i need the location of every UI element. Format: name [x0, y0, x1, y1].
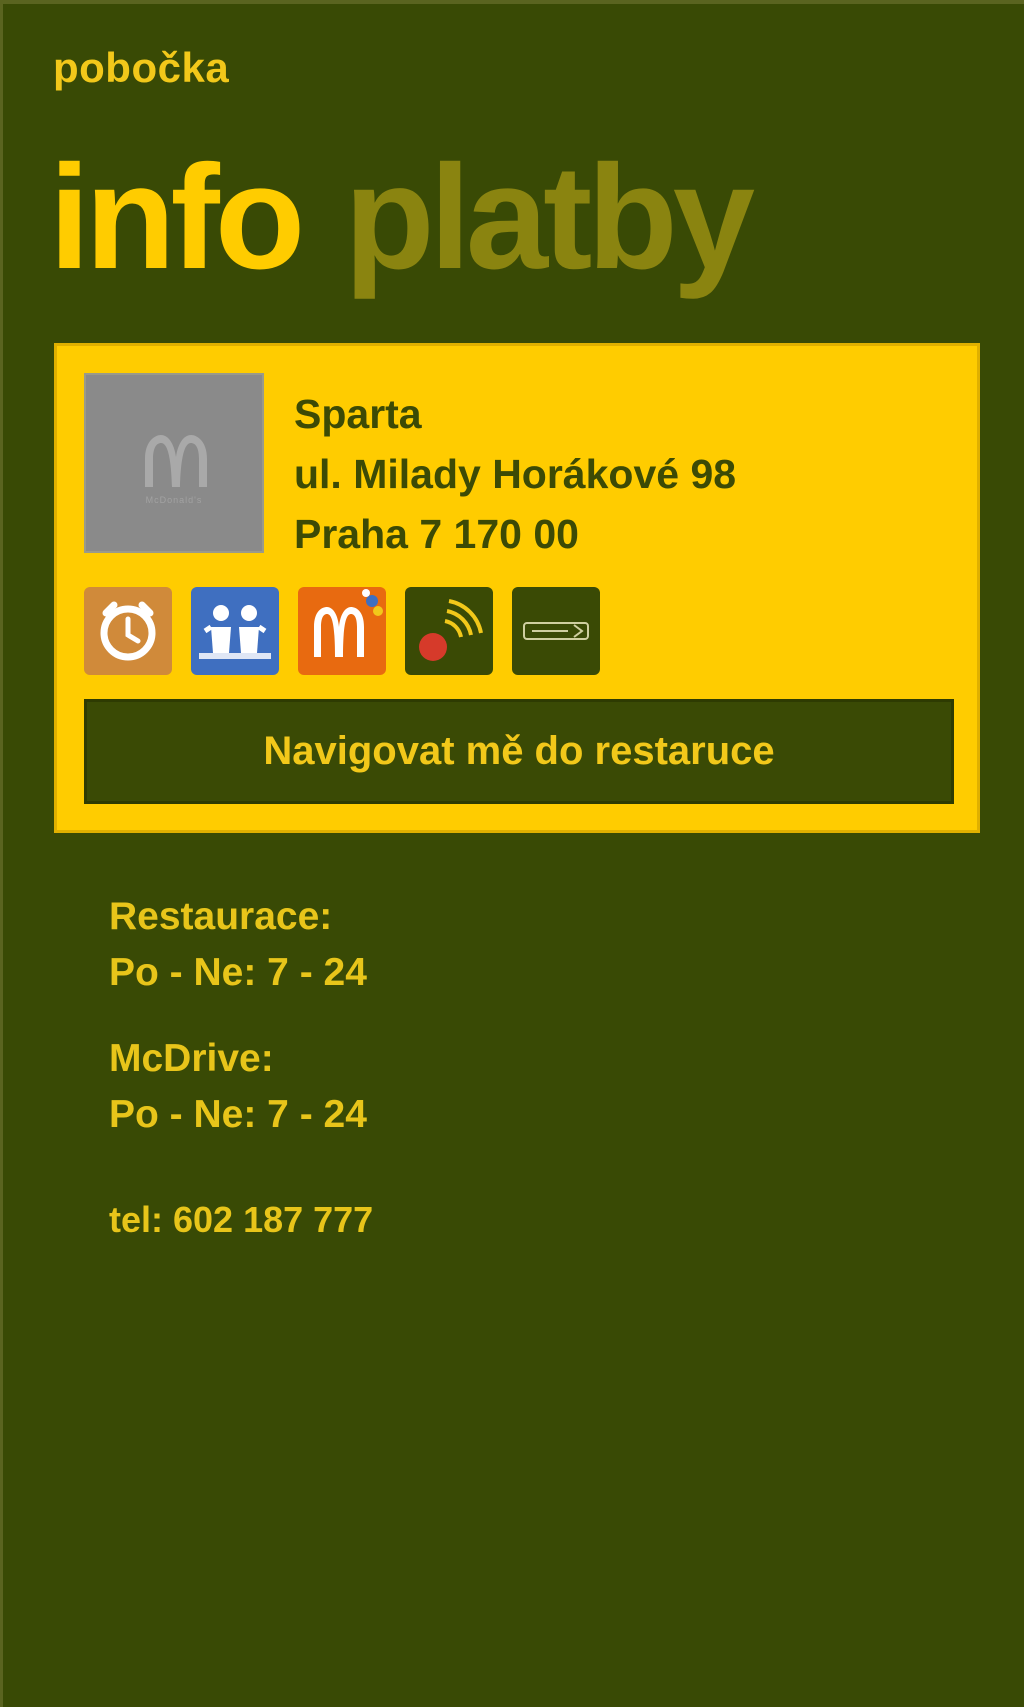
page: pobočka info platby McDonald's Sparta ul.…	[0, 0, 1024, 1707]
app-title: pobočka	[53, 44, 230, 91]
pivot-header: info platby	[49, 144, 794, 292]
branch-card: McDonald's Sparta ul. Milady Horákové 98…	[54, 343, 980, 833]
branch-image: McDonald's	[84, 373, 264, 553]
branch-city: Praha 7 170 00	[294, 511, 579, 557]
restaurant-hours-label: Restaurace:	[109, 895, 333, 938]
mcdonalds-arches-icon	[145, 435, 207, 487]
wifi-icon	[405, 587, 493, 675]
branch-address: Sparta ul. Milady Horákové 98 Praha 7 17…	[294, 384, 736, 564]
branch-name: Sparta	[294, 391, 422, 437]
branch-street: ul. Milady Horákové 98	[294, 451, 737, 497]
mcdrive-hours-label: McDrive:	[109, 1037, 274, 1080]
paywave-card-icon	[512, 587, 600, 675]
playland-icon	[191, 587, 279, 675]
restaurant-hours-value: Po - Ne: 7 - 24	[109, 951, 367, 994]
branch-image-caption: McDonald's	[145, 495, 203, 505]
navigate-button[interactable]: Navigovat mě do restaruce	[84, 699, 954, 804]
mcdrive-hours-value: Po - Ne: 7 - 24	[109, 1093, 367, 1136]
mcdrive-hours: McDrive: Po - Ne: 7 - 24	[109, 1031, 367, 1143]
pivot-tab-platby[interactable]: platby	[344, 144, 755, 292]
mccafe-logo-icon	[298, 587, 386, 675]
pivot-tab-info[interactable]: info	[49, 144, 305, 292]
phone-number[interactable]: tel: 602 187 777	[109, 1192, 373, 1248]
breakfast-clock-icon	[84, 587, 172, 675]
restaurant-hours: Restaurace: Po - Ne: 7 - 24	[109, 889, 367, 1001]
